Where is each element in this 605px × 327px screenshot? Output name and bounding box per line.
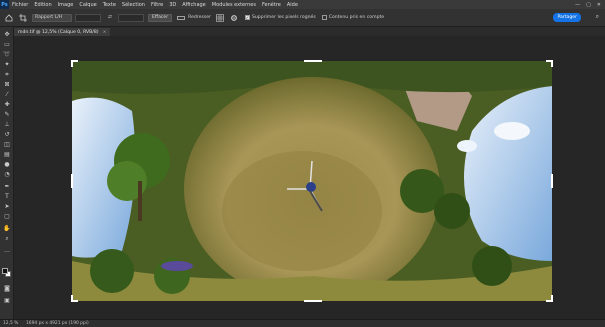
- crop-handle-bottom-right-v[interactable]: [551, 295, 553, 302]
- gradient-tool-icon[interactable]: ▤: [3, 151, 11, 158]
- delete-cropped-pixels-checkbox[interactable]: ✓ Supprimer les pixels rognés: [244, 15, 316, 20]
- crop-handle-right[interactable]: [551, 174, 553, 188]
- ratio-select-label: Rapport L/H: [35, 15, 63, 20]
- width-field[interactable]: [75, 13, 101, 22]
- checkbox-unchecked-icon: [321, 15, 327, 20]
- menu-affichage[interactable]: Affichage: [179, 2, 209, 8]
- straighten-icon[interactable]: [176, 13, 186, 23]
- healing-brush-tool-icon[interactable]: ✚: [3, 101, 11, 108]
- quick-mask-icon[interactable]: ◙: [3, 285, 11, 292]
- menu-3d[interactable]: 3D: [166, 2, 179, 8]
- menu-fenetre[interactable]: Fenêtre: [259, 2, 284, 8]
- menu-selection[interactable]: Sélection: [119, 2, 148, 8]
- content-aware-label: Contenu pris en compte: [328, 15, 385, 20]
- close-icon[interactable]: ✕: [597, 2, 601, 8]
- ratio-select[interactable]: Rapport L/H: [32, 13, 72, 22]
- crop-handle-top-left-v[interactable]: [71, 60, 73, 67]
- move-tool-icon[interactable]: ✥: [3, 31, 11, 38]
- search-icon[interactable]: ⌕: [596, 13, 599, 21]
- crop-handle-bottom-left-v[interactable]: [71, 295, 73, 302]
- status-bar: 12,5 % 1694 px x 4921 px (190 ppi): [0, 319, 605, 327]
- brush-tool-icon[interactable]: ✎: [3, 111, 11, 118]
- menu-edition[interactable]: Edition: [31, 2, 54, 8]
- close-tab-icon[interactable]: ×: [103, 30, 107, 35]
- content-aware-checkbox[interactable]: Contenu pris en compte: [321, 15, 385, 20]
- clear-button[interactable]: Effacer: [148, 13, 173, 22]
- menu-modules-externes[interactable]: Modules externes: [209, 2, 259, 8]
- lasso-tool-icon[interactable]: ➰: [3, 51, 11, 58]
- dodge-tool-icon[interactable]: ◔: [3, 171, 11, 178]
- magic-wand-tool-icon[interactable]: ✦: [3, 61, 11, 68]
- checkbox-checked-icon: ✓: [244, 15, 250, 20]
- screen-mode-icon[interactable]: ▣: [3, 297, 11, 304]
- photoshop-logo-icon[interactable]: Ps: [0, 0, 9, 9]
- tools-panel: ✥ ▭ ➰ ✦ ⌗ ⊠ ⁄ ✚ ✎ ⊥ ↺ ◫ ▤ ● ◔ ✒ T ➤ ▢ ✋ …: [0, 27, 14, 319]
- canvas-area[interactable]: [14, 36, 605, 319]
- foreground-color-swatch[interactable]: [2, 268, 8, 274]
- menu-image[interactable]: Image: [55, 2, 77, 8]
- crop-tool-icon[interactable]: ⌗: [3, 71, 11, 78]
- eyedropper-tool-icon[interactable]: ⁄: [3, 91, 11, 98]
- clone-stamp-tool-icon[interactable]: ⊥: [3, 121, 11, 128]
- type-tool-icon[interactable]: T: [3, 193, 11, 200]
- rectangle-tool-icon[interactable]: ▢: [3, 213, 11, 220]
- document-tab-bar: mdn.tif @ 12,5% (Calque 0, RVB/8) ×: [14, 27, 605, 36]
- history-brush-tool-icon[interactable]: ↺: [3, 131, 11, 138]
- menu-texte[interactable]: Texte: [100, 2, 119, 8]
- document-info[interactable]: 1694 px x 4921 px (190 ppi): [22, 321, 89, 326]
- window-controls: — ▢ ✕: [575, 2, 605, 8]
- crop-handle-left[interactable]: [71, 174, 73, 188]
- menu-calque[interactable]: Calque: [76, 2, 99, 8]
- menu-filtre[interactable]: Filtre: [148, 2, 166, 8]
- straighten-label[interactable]: Redresser: [188, 15, 211, 20]
- more-tools-icon[interactable]: …: [3, 247, 11, 254]
- menu-bar: Ps Fichier Edition Image Calque Texte Sé…: [0, 0, 605, 9]
- delete-cropped-pixels-label: Supprimer les pixels rognés: [251, 15, 316, 20]
- swap-dimensions-icon[interactable]: ⇄: [105, 13, 115, 23]
- blur-tool-icon[interactable]: ●: [3, 161, 11, 168]
- path-selection-tool-icon[interactable]: ➤: [3, 203, 11, 210]
- frame-tool-icon[interactable]: ⊠: [3, 81, 11, 88]
- maximize-icon[interactable]: ▢: [586, 2, 591, 8]
- menu-fichier[interactable]: Fichier: [9, 2, 31, 8]
- crop-handle-top-right-v[interactable]: [551, 60, 553, 67]
- crop-handle-top[interactable]: [304, 60, 322, 62]
- gear-icon[interactable]: [229, 13, 239, 23]
- height-field[interactable]: [118, 13, 144, 22]
- share-button[interactable]: Partager: [553, 13, 581, 22]
- marquee-tool-icon[interactable]: ▭: [3, 41, 11, 48]
- crop-tool-icon[interactable]: [18, 13, 28, 23]
- crop-handle-bottom[interactable]: [304, 300, 322, 302]
- home-icon[interactable]: [4, 13, 14, 23]
- options-bar: Rapport L/H ⇄ Effacer Redresser ✓ Suppri…: [0, 9, 605, 27]
- zoom-tool-icon[interactable]: ⌕: [3, 235, 11, 242]
- overlay-grid-icon[interactable]: [215, 13, 225, 23]
- document-tab-title: mdn.tif @ 12,5% (Calque 0, RVB/8): [18, 29, 99, 35]
- zoom-level[interactable]: 12,5 %: [0, 321, 22, 326]
- minimize-icon[interactable]: —: [575, 2, 580, 8]
- menu-aide[interactable]: Aide: [284, 2, 301, 8]
- eraser-tool-icon[interactable]: ◫: [3, 141, 11, 148]
- hand-tool-icon[interactable]: ✋: [3, 225, 11, 232]
- document-tab[interactable]: mdn.tif @ 12,5% (Calque 0, RVB/8) ×: [14, 28, 111, 36]
- panorama-image[interactable]: [72, 61, 552, 301]
- pen-tool-icon[interactable]: ✒: [3, 183, 11, 190]
- top-right-icons: ⌕: [596, 13, 599, 21]
